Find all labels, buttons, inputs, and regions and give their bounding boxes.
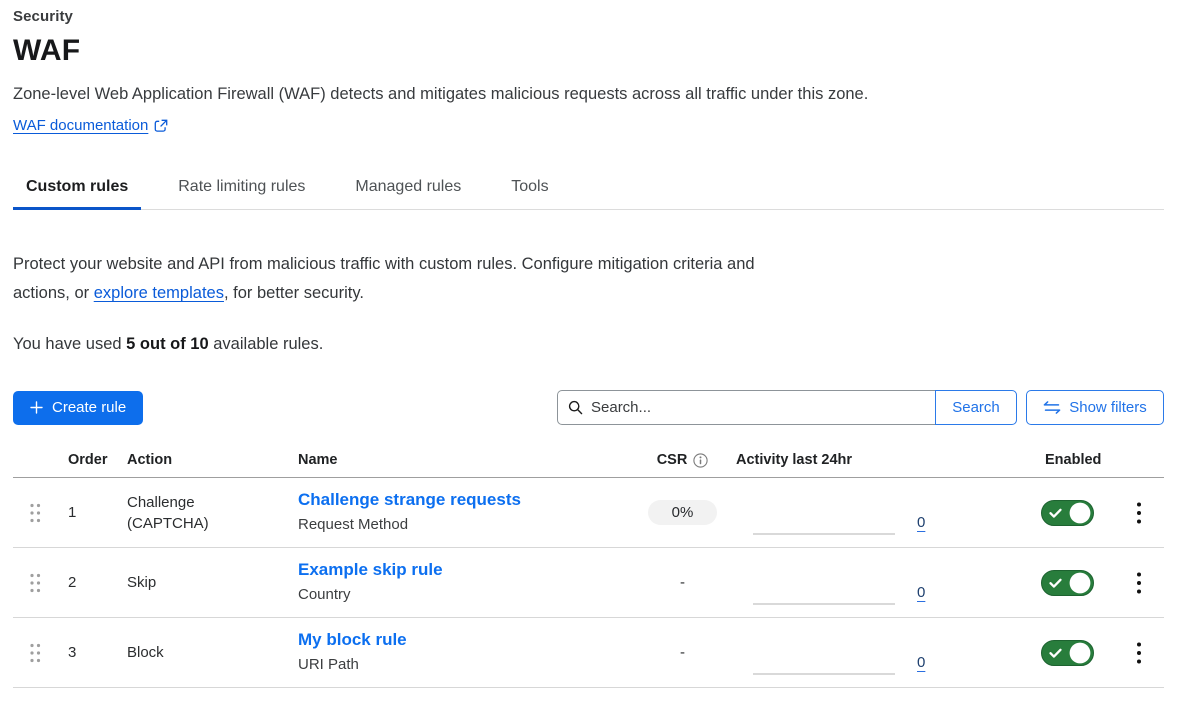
tab-managed-rules[interactable]: Managed rules xyxy=(342,169,474,210)
rule-expression-field: Country xyxy=(298,584,630,606)
column-header-activity: Activity last 24hr xyxy=(735,452,1025,468)
search-icon xyxy=(568,400,583,415)
page-title: WAF xyxy=(13,34,1164,68)
usage-suffix: available rules. xyxy=(209,335,324,353)
rule-expression-field: URI Path xyxy=(298,654,630,676)
column-header-action: Action xyxy=(127,452,298,468)
column-header-csr: CSR xyxy=(657,452,709,468)
rule-expression-field: Request Method xyxy=(298,514,630,536)
enabled-toggle[interactable] xyxy=(1041,500,1094,526)
column-header-enabled: Enabled xyxy=(1025,452,1113,468)
activity-sparkline xyxy=(753,673,895,675)
table-header-row: Order Action Name CSR Activity last 24hr… xyxy=(13,452,1164,478)
column-header-order: Order xyxy=(68,452,127,468)
column-header-name: Name xyxy=(298,452,630,468)
doc-link-row: WAF documentation xyxy=(13,117,1164,134)
drag-handle[interactable] xyxy=(13,572,42,594)
rule-order: 2 xyxy=(68,574,127,591)
usage-count: 5 out of 10 xyxy=(126,335,209,353)
show-filters-label: Show filters xyxy=(1069,399,1147,416)
rules-toolbar: Create rule Search Show filters xyxy=(13,390,1164,425)
table-row: 1 Challenge (CAPTCHA) Challenge strange … xyxy=(13,478,1164,548)
swap-arrows-icon xyxy=(1043,401,1061,414)
rule-usage-text: You have used 5 out of 10 available rule… xyxy=(13,335,1164,354)
create-rule-button[interactable]: Create rule xyxy=(13,391,143,425)
csr-value-cell: - xyxy=(680,574,685,591)
plus-icon xyxy=(30,401,43,414)
table-row: 3 Block My block rule URI Path - 0 xyxy=(13,618,1164,688)
activity-cell: 0 xyxy=(735,478,1025,547)
rule-name-link[interactable]: Example skip rule xyxy=(298,559,443,581)
activity-sparkline xyxy=(753,533,895,535)
activity-cell: 0 xyxy=(735,548,1025,617)
page-description: Zone-level Web Application Firewall (WAF… xyxy=(13,85,1164,104)
search-input[interactable] xyxy=(591,399,925,416)
search-button[interactable]: Search xyxy=(935,390,1017,425)
activity-count-link[interactable]: 0 xyxy=(917,584,925,601)
csr-header-label: CSR xyxy=(657,452,688,468)
info-icon[interactable] xyxy=(693,453,708,468)
csr-value-cell: - xyxy=(680,644,685,661)
csr-value-cell: 0% xyxy=(648,504,718,521)
rule-name-link[interactable]: My block rule xyxy=(298,629,407,651)
create-rule-label: Create rule xyxy=(52,399,126,416)
tab-tools[interactable]: Tools xyxy=(498,169,561,210)
show-filters-button[interactable]: Show filters xyxy=(1026,390,1164,425)
rule-order: 3 xyxy=(68,644,127,661)
intro-paragraph: Protect your website and API from malici… xyxy=(13,250,758,308)
activity-cell: 0 xyxy=(735,618,1025,687)
drag-handle[interactable] xyxy=(13,642,42,664)
rule-name-cell: My block rule URI Path xyxy=(298,629,630,676)
explore-templates-link[interactable]: explore templates xyxy=(94,284,224,302)
rule-action: Challenge (CAPTCHA) xyxy=(127,492,239,534)
rule-action: Skip xyxy=(127,572,239,593)
rule-name-cell: Challenge strange requests Request Metho… xyxy=(298,489,630,536)
tab-bar: Custom rules Rate limiting rules Managed… xyxy=(13,169,1164,210)
external-link-icon xyxy=(154,119,168,133)
row-menu-button[interactable] xyxy=(1128,637,1150,669)
waf-documentation-link[interactable]: WAF documentation xyxy=(13,117,148,134)
enabled-cell xyxy=(1025,570,1113,596)
tab-rate-limiting-rules[interactable]: Rate limiting rules xyxy=(165,169,318,210)
rule-action: Block xyxy=(127,642,239,663)
csr-badge: 0% xyxy=(648,500,718,525)
enabled-cell xyxy=(1025,640,1113,666)
row-menu-button[interactable] xyxy=(1128,567,1150,599)
usage-prefix: You have used xyxy=(13,335,126,353)
activity-count-link[interactable]: 0 xyxy=(917,654,925,671)
rule-order: 1 xyxy=(68,504,127,521)
rule-name-cell: Example skip rule Country xyxy=(298,559,630,606)
breadcrumb-section-label: Security xyxy=(13,8,1164,25)
drag-handle[interactable] xyxy=(13,502,42,524)
activity-count-link[interactable]: 0 xyxy=(917,514,925,531)
custom-rules-table: Order Action Name CSR Activity last 24hr… xyxy=(13,452,1164,688)
enabled-cell xyxy=(1025,500,1113,526)
rule-name-link[interactable]: Challenge strange requests xyxy=(298,489,521,511)
enabled-toggle[interactable] xyxy=(1041,640,1094,666)
enabled-toggle[interactable] xyxy=(1041,570,1094,596)
row-menu-button[interactable] xyxy=(1128,497,1150,529)
activity-sparkline xyxy=(753,603,895,605)
tab-custom-rules[interactable]: Custom rules xyxy=(13,169,141,210)
search-group: Search xyxy=(557,390,1017,425)
intro-text-after: , for better security. xyxy=(224,284,364,302)
toolbar-right-group: Search Show filters xyxy=(557,390,1164,425)
search-box xyxy=(557,390,935,425)
table-row: 2 Skip Example skip rule Country - 0 xyxy=(13,548,1164,618)
